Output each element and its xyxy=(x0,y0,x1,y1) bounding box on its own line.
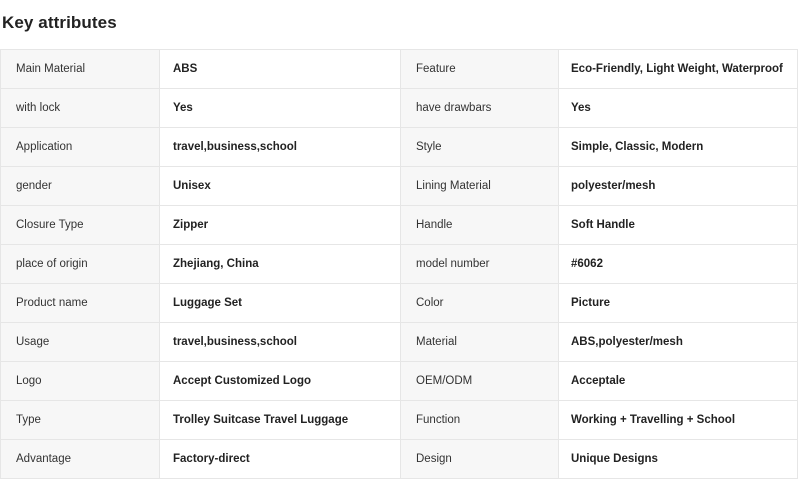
table-row: Type Trolley Suitcase Travel Luggage Fun… xyxy=(0,400,798,440)
attribute-key: Application xyxy=(0,127,160,167)
attribute-value: Yes xyxy=(558,88,798,128)
attribute-value: Picture xyxy=(558,283,798,323)
table-row: place of origin Zhejiang, China model nu… xyxy=(0,244,798,284)
attribute-key: have drawbars xyxy=(400,88,559,128)
attribute-key: Handle xyxy=(400,205,559,245)
attribute-key: Advantage xyxy=(0,439,160,479)
key-attributes-page: Key attributes Main Material ABS Feature… xyxy=(0,0,799,483)
table-row: Usage travel,business,school Material AB… xyxy=(0,322,798,362)
attribute-key: Product name xyxy=(0,283,160,323)
attribute-value: Soft Handle xyxy=(558,205,798,245)
attribute-value: Simple, Classic, Modern xyxy=(558,127,798,167)
attribute-value: ABS,polyester/mesh xyxy=(558,322,798,362)
attribute-value: polyester/mesh xyxy=(558,166,798,206)
attribute-key: Feature xyxy=(400,49,559,89)
attribute-value: travel,business,school xyxy=(159,322,401,362)
attribute-value: Zhejiang, China xyxy=(159,244,401,284)
attribute-value: ABS xyxy=(159,49,401,89)
attribute-value: Yes xyxy=(159,88,401,128)
attribute-key: Type xyxy=(0,400,160,440)
attribute-value: Zipper xyxy=(159,205,401,245)
attribute-key: gender xyxy=(0,166,160,206)
table-row: Product name Luggage Set Color Picture xyxy=(0,283,798,323)
attributes-table: Main Material ABS Feature Eco-Friendly, … xyxy=(0,49,798,479)
attributes-table-body: Main Material ABS Feature Eco-Friendly, … xyxy=(0,49,798,479)
attribute-key: Lining Material xyxy=(400,166,559,206)
attribute-value: Unique Designs xyxy=(558,439,798,479)
table-row: Closure Type Zipper Handle Soft Handle xyxy=(0,205,798,245)
attribute-value: Unisex xyxy=(159,166,401,206)
attribute-key: Logo xyxy=(0,361,160,401)
attribute-key: place of origin xyxy=(0,244,160,284)
attribute-value: Acceptale xyxy=(558,361,798,401)
attribute-key: OEM/ODM xyxy=(400,361,559,401)
attribute-value: Trolley Suitcase Travel Luggage xyxy=(159,400,401,440)
attribute-key: Function xyxy=(400,400,559,440)
attribute-value: Accept Customized Logo xyxy=(159,361,401,401)
table-row: Advantage Factory-direct Design Unique D… xyxy=(0,439,798,479)
table-row: gender Unisex Lining Material polyester/… xyxy=(0,166,798,206)
attribute-value: Luggage Set xyxy=(159,283,401,323)
section-title: Key attributes xyxy=(2,13,117,32)
attribute-key: Color xyxy=(400,283,559,323)
attribute-value: #6062 xyxy=(558,244,798,284)
table-row: Application travel,business,school Style… xyxy=(0,127,798,167)
table-row: Logo Accept Customized Logo OEM/ODM Acce… xyxy=(0,361,798,401)
attribute-key: Style xyxy=(400,127,559,167)
attribute-value: Eco-Friendly, Light Weight, Waterproof xyxy=(558,49,798,89)
attribute-key: Material xyxy=(400,322,559,362)
attribute-key: Design xyxy=(400,439,559,479)
attribute-value: Working + Travelling + School xyxy=(558,400,798,440)
attribute-key: with lock xyxy=(0,88,160,128)
attribute-key: model number xyxy=(400,244,559,284)
attribute-value: travel,business,school xyxy=(159,127,401,167)
attribute-key: Main Material xyxy=(0,49,160,89)
attribute-value: Factory-direct xyxy=(159,439,401,479)
attribute-key: Usage xyxy=(0,322,160,362)
attribute-key: Closure Type xyxy=(0,205,160,245)
table-row: Main Material ABS Feature Eco-Friendly, … xyxy=(0,49,798,89)
table-row: with lock Yes have drawbars Yes xyxy=(0,88,798,128)
